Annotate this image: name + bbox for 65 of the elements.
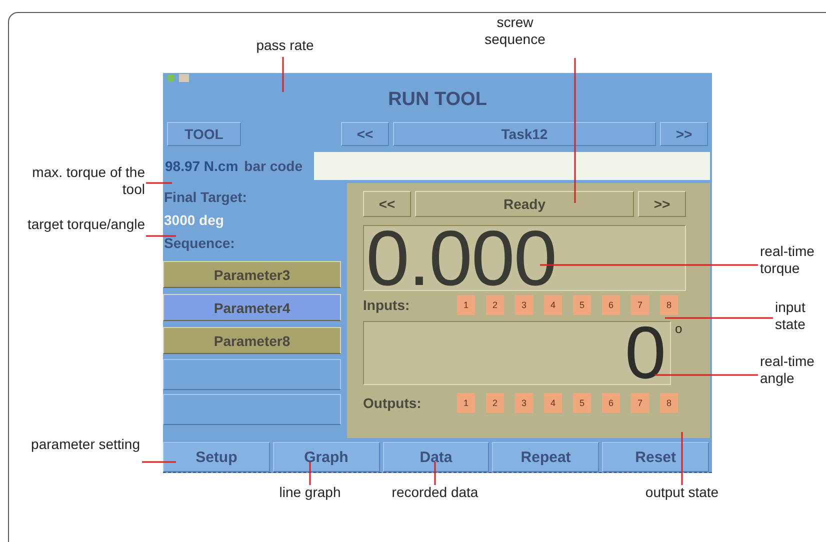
parameter-button[interactable]: Parameter4: [163, 294, 341, 321]
output-indicator: 2: [486, 393, 504, 413]
callout-label: screw sequence: [484, 14, 546, 48]
input-indicator: 1: [457, 295, 475, 315]
previous-step-button[interactable]: <<: [363, 191, 411, 217]
input-indicator: 8: [660, 295, 678, 315]
screen-title: RUN TOOL: [387, 88, 488, 112]
leader-line: [146, 182, 172, 184]
next-step-button[interactable]: >>: [638, 191, 686, 217]
output-indicator: 6: [602, 393, 620, 413]
menu-tab[interactable]: Reset: [602, 442, 709, 472]
callout-label: parameter setting: [30, 436, 140, 453]
callout-label: line graph: [278, 484, 342, 501]
callout-label: max. torque of the tool: [31, 164, 145, 198]
menu-tab[interactable]: Data: [382, 442, 490, 472]
menu-tab[interactable]: Repeat: [492, 442, 600, 472]
outputs-label: Outputs:: [363, 395, 422, 411]
output-indicator: 8: [660, 393, 678, 413]
leader-line: [142, 461, 176, 463]
degree-sign: o: [675, 321, 682, 336]
callout-label: real-time angle: [760, 353, 816, 387]
leader-line: [309, 462, 311, 485]
empty-slot[interactable]: [163, 359, 341, 390]
output-indicator: 4: [544, 393, 562, 413]
task-name-button[interactable]: Task12: [393, 122, 656, 146]
max-torque-value: 98.97 N.cm: [164, 158, 238, 174]
input-indicator: 7: [631, 295, 649, 315]
final-target-value: 3000 deg: [163, 212, 225, 230]
empty-slot[interactable]: [163, 394, 341, 425]
output-indicator: 5: [573, 393, 591, 413]
callout-label: real-time torque: [760, 243, 816, 277]
barcode-label: bar code: [243, 158, 304, 174]
output-indicator: 7: [631, 393, 649, 413]
barcode-field[interactable]: [314, 152, 710, 180]
step-status-button[interactable]: Ready: [415, 191, 634, 217]
tool-button[interactable]: TOOL: [167, 122, 241, 146]
sequence-label: Sequence:: [163, 235, 236, 253]
angle-value: 0: [624, 316, 666, 390]
next-task-button[interactable]: >>: [660, 122, 708, 146]
input-indicator: 3: [515, 295, 533, 315]
menu-tab[interactable]: Graph: [272, 442, 380, 472]
output-indicator: 1: [457, 393, 475, 413]
output-indicator: 3: [515, 393, 533, 413]
previous-task-button[interactable]: <<: [341, 122, 389, 146]
leader-line: [681, 432, 683, 485]
callout-label: pass rate: [255, 37, 315, 54]
menu-tab[interactable]: Setup: [163, 442, 270, 472]
final-target-label: Final Target:: [163, 189, 248, 207]
input-indicator: 5: [573, 295, 591, 315]
leader-line: [282, 57, 284, 92]
input-indicator: 2: [486, 295, 504, 315]
parameter-button[interactable]: Parameter3: [163, 261, 341, 288]
torque-value: 0.000: [366, 219, 556, 297]
callout-label: input state: [775, 299, 806, 333]
input-indicator: 6: [602, 295, 620, 315]
parameter-button[interactable]: Parameter8: [163, 327, 341, 354]
flag-icon: [179, 74, 189, 82]
callout-label: output state: [644, 484, 720, 501]
leader-line: [434, 462, 436, 485]
input-indicator: 4: [544, 295, 562, 315]
leader-line: [146, 235, 176, 237]
callout-label: target torque/angle: [26, 216, 145, 233]
callout-label: recorded data: [390, 484, 480, 501]
status-dot-icon: [167, 74, 175, 82]
inputs-label: Inputs:: [363, 297, 411, 313]
